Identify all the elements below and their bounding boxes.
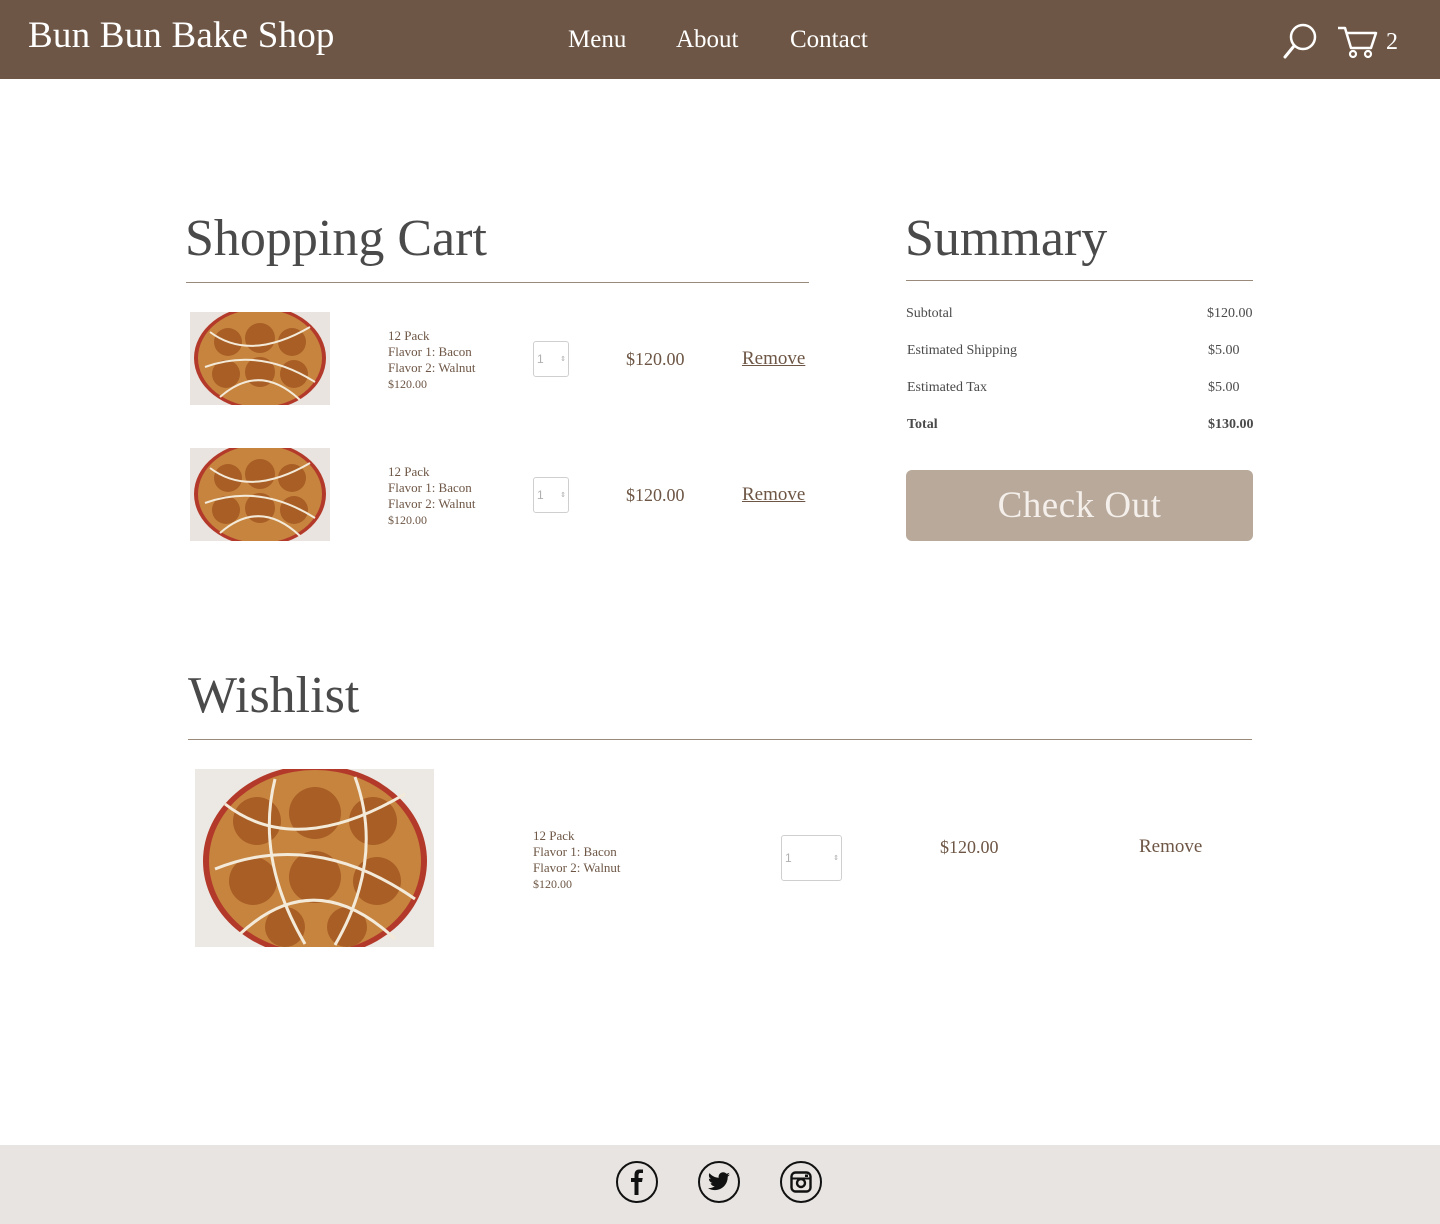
cart-item-details: 12 Pack Flavor 1: Bacon Flavor 2: Walnut… [388, 328, 476, 392]
search-icon[interactable] [1283, 22, 1319, 60]
wishlist-divider [188, 739, 1252, 740]
item-flavor-2: Flavor 2: Walnut [533, 860, 621, 875]
shipping-value: $5.00 [1208, 343, 1240, 358]
summary-title: Summary [905, 210, 1108, 267]
remove-button[interactable]: Remove [1139, 836, 1202, 858]
line-price: $120.00 [940, 837, 999, 857]
subtotal-label: Subtotal [906, 306, 953, 321]
tax-value: $5.00 [1208, 380, 1240, 395]
twitter-icon[interactable] [698, 1161, 740, 1203]
item-flavor-1: Flavor 1: Bacon [388, 344, 472, 359]
item-pack: 12 Pack [533, 828, 575, 843]
facebook-icon[interactable] [616, 1161, 658, 1203]
cart-item-image [190, 312, 330, 405]
line-price: $120.00 [626, 349, 685, 369]
item-unit-price: $120.00 [388, 377, 427, 391]
quantity-input[interactable]: 1 ⇕ [781, 835, 842, 881]
total-value: $130.00 [1208, 417, 1254, 432]
nav-menu-link[interactable]: Menu [568, 26, 626, 54]
cart-icon[interactable] [1337, 24, 1379, 60]
site-footer [0, 1145, 1440, 1224]
checkout-button[interactable]: Check Out [906, 470, 1253, 541]
item-pack: 12 Pack [388, 328, 430, 343]
quantity-value: 1 [537, 488, 544, 502]
shipping-label: Estimated Shipping [907, 343, 1018, 358]
cart-item-details: 12 Pack Flavor 1: Bacon Flavor 2: Walnut… [388, 464, 476, 528]
brand-logo[interactable]: Bun Bun Bake Shop [28, 14, 335, 57]
nav-contact-link[interactable]: Contact [790, 26, 868, 54]
quantity-spinner-icon[interactable]: ⇕ [560, 355, 566, 363]
cart-divider [186, 282, 809, 283]
quantity-spinner-icon[interactable]: ⇕ [833, 854, 839, 862]
wishlist-item-image [195, 769, 434, 947]
line-price: $120.00 [626, 485, 685, 505]
site-header: Bun Bun Bake Shop Menu About Contact 2 [0, 0, 1440, 79]
item-unit-price: $120.00 [533, 877, 572, 891]
remove-button[interactable]: Remove [742, 484, 805, 506]
item-flavor-1: Flavor 1: Bacon [388, 480, 472, 495]
cart-title: Shopping Cart [185, 210, 487, 267]
item-unit-price: $120.00 [388, 513, 427, 527]
quantity-spinner-icon[interactable]: ⇕ [560, 491, 566, 499]
item-pack: 12 Pack [388, 464, 430, 479]
instagram-icon[interactable] [780, 1161, 822, 1203]
remove-button[interactable]: Remove [742, 348, 805, 370]
wishlist-title: Wishlist [188, 667, 360, 724]
cart-item-image [190, 448, 330, 541]
quantity-value: 1 [537, 352, 544, 366]
tax-label: Estimated Tax [907, 380, 988, 395]
quantity-value: 1 [785, 851, 792, 865]
quantity-input[interactable]: 1 ⇕ [533, 341, 569, 377]
wishlist-item-details: 12 Pack Flavor 1: Bacon Flavor 2: Walnut… [533, 828, 621, 892]
item-flavor-1: Flavor 1: Bacon [533, 844, 617, 859]
nav-about-link[interactable]: About [676, 26, 739, 54]
summary-divider [906, 280, 1253, 281]
item-flavor-2: Flavor 2: Walnut [388, 496, 476, 511]
subtotal-value: $120.00 [1207, 306, 1253, 321]
item-flavor-2: Flavor 2: Walnut [388, 360, 476, 375]
cart-count-badge: 2 [1386, 29, 1398, 55]
quantity-input[interactable]: 1 ⇕ [533, 477, 569, 513]
total-label: Total [907, 417, 938, 432]
